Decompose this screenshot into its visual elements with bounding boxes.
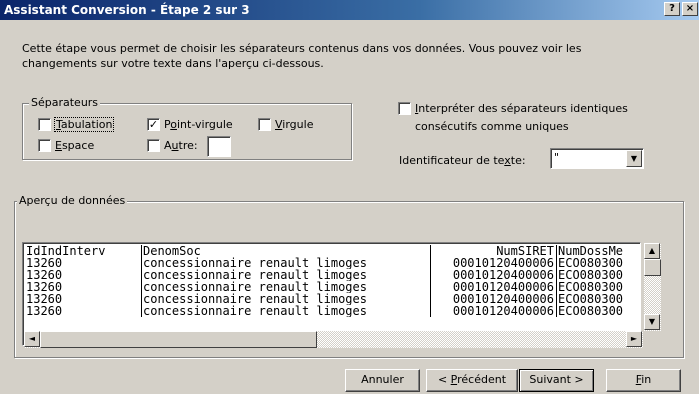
tab-checkbox[interactable]: Tabulation <box>38 117 115 132</box>
preview-cell: concessionnaire renault limoges <box>142 257 431 269</box>
preview-cell: 00010120400006 <box>431 305 557 317</box>
help-button[interactable]: ? <box>664 2 680 16</box>
space-label: Espace <box>55 139 95 152</box>
preview-header-row: IdIndInterv DenomSoc NumSIRET NumDossMe <box>25 245 640 257</box>
vertical-scrollbar[interactable]: ▲ ▼ <box>644 243 661 331</box>
preview-cell: 13260 <box>25 293 142 305</box>
preview-row: 13260 concessionnaire renault limoges 00… <box>25 257 640 269</box>
preview-row: 13260 concessionnaire renault limoges 00… <box>25 281 640 293</box>
preview-cell: 00010120400006 <box>431 257 557 269</box>
previous-button[interactable]: < Précédent <box>426 369 518 392</box>
preview-grid: IdIndInterv DenomSoc NumSIRET NumDossMe … <box>25 245 640 327</box>
consecutive-checkbox[interactable]: Interpréter des séparateurs identiques <box>398 102 628 115</box>
preview-cell: concessionnaire renault limoges <box>142 281 431 293</box>
other-checkbox[interactable]: Autre: <box>147 139 198 152</box>
preview-cell: concessionnaire renault limoges <box>142 293 431 305</box>
consecutive-label-line1: Interpréter des séparateurs identiques <box>415 102 628 115</box>
text-qualifier-combo[interactable]: " ▼ <box>550 148 644 169</box>
window-title: Assistant Conversion - Étape 2 sur 3 <box>4 3 250 17</box>
other-checkbox-box[interactable] <box>147 139 160 152</box>
tab-label: Tabulation <box>53 117 115 132</box>
preview-cell: concessionnaire renault limoges <box>142 269 431 281</box>
scroll-right-icon[interactable]: ► <box>626 331 642 347</box>
tab-checkbox-box[interactable] <box>38 118 51 131</box>
preview-header-cell[interactable]: IdIndInterv <box>25 245 142 257</box>
preview-cell: ECO080300 <box>558 281 624 293</box>
finish-button[interactable]: Fin <box>606 369 681 392</box>
preview-cell: ECO080300 <box>558 293 624 305</box>
other-separator-input[interactable] <box>207 136 231 157</box>
semicolon-checkbox-box[interactable]: ✓ <box>147 118 160 131</box>
close-button[interactable]: × <box>682 2 698 16</box>
comma-label: Virgule <box>275 118 314 131</box>
chevron-down-icon[interactable]: ▼ <box>626 150 642 167</box>
semicolon-label: Point-virgule <box>164 118 233 131</box>
preview-row: 13260 concessionnaire renault limoges 00… <box>25 305 640 317</box>
cancel-button[interactable]: Annuler <box>345 369 420 392</box>
horizontal-scrollbar[interactable]: ◄ ► <box>24 331 643 348</box>
scroll-left-icon[interactable]: ◄ <box>24 331 40 347</box>
preview-header-cell[interactable]: DenomSoc <box>142 245 431 257</box>
text-qualifier-value: " <box>554 151 560 164</box>
preview-cell: 00010120400006 <box>431 281 557 293</box>
preview-cell: 13260 <box>25 281 142 293</box>
space-checkbox-box[interactable] <box>38 139 51 152</box>
horizontal-scroll-thumb[interactable] <box>40 331 317 348</box>
vertical-scroll-thumb[interactable] <box>644 259 661 276</box>
preview-cell: 13260 <box>25 257 142 269</box>
scroll-up-icon[interactable]: ▲ <box>644 243 660 259</box>
preview-cell: ECO080300 <box>558 305 624 317</box>
preview-cell: ECO080300 <box>558 269 624 281</box>
preview-cell: concessionnaire renault limoges <box>142 305 431 317</box>
scroll-down-icon[interactable]: ▼ <box>644 314 660 330</box>
preview-row: 13260 concessionnaire renault limoges 00… <box>25 269 640 281</box>
comma-checkbox-box[interactable] <box>258 118 271 131</box>
preview-cell: 13260 <box>25 269 142 281</box>
consecutive-checkbox-box[interactable] <box>398 102 411 115</box>
preview-cell: 00010120400006 <box>431 293 557 305</box>
preview-cell: 00010120400006 <box>431 269 557 281</box>
semicolon-checkbox[interactable]: ✓ Point-virgule <box>147 118 233 131</box>
comma-checkbox[interactable]: Virgule <box>258 118 313 131</box>
text-qualifier-label: Identificateur de texte: <box>399 154 526 167</box>
preview-cell: 13260 <box>25 305 142 317</box>
other-label: Autre: <box>164 139 198 152</box>
consecutive-label-line2: consécutifs comme uniques <box>415 120 569 133</box>
separators-legend: Séparateurs <box>29 96 101 109</box>
step-description: Cette étape vous permet de choisir les s… <box>22 42 582 70</box>
preview-row: 13260 concessionnaire renault limoges 00… <box>25 293 640 305</box>
preview-cell: ECO080300 <box>558 257 624 269</box>
space-checkbox[interactable]: Espace <box>38 139 94 152</box>
next-button[interactable]: Suivant > <box>519 369 594 392</box>
preview-legend: Aperçu de données <box>17 194 128 207</box>
title-bar: Assistant Conversion - Étape 2 sur 3 ? × <box>0 0 699 20</box>
preview-header-cell[interactable]: NumSIRET <box>431 245 557 257</box>
preview-header-cell[interactable]: NumDossMe <box>557 245 637 257</box>
